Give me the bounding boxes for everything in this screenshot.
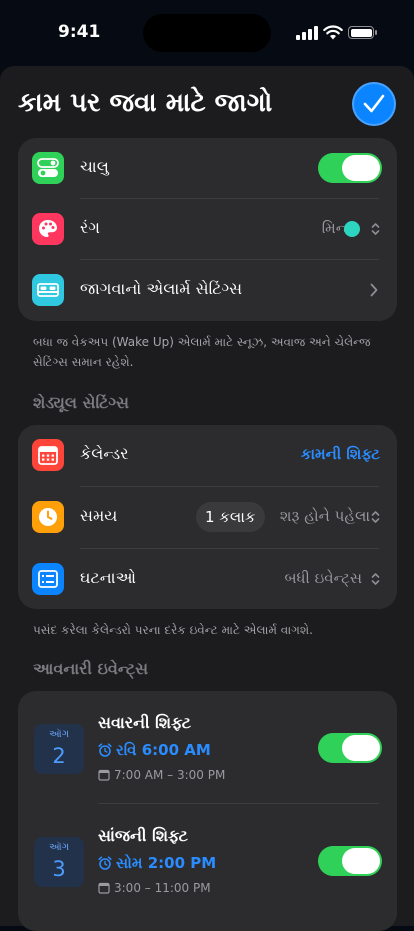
event-alarm-toggle[interactable] [318,733,382,763]
main-settings-footer: બધા જ વેકઅપ (Wake Up) એલાર્મ માટે સ્નૂઝ,… [33,335,371,369]
checkmark-icon [363,94,385,113]
event-time-range: 3:00 – 11:00 PM [98,881,211,895]
wifi-icon [323,25,343,40]
time-amount-button[interactable]: 1 કલાક [196,502,265,532]
calendar-value[interactable]: કામની શિફ્ટ [301,445,380,463]
schedule-section-title: શેડ્યૂલ સેટિંગ્સ [33,393,130,412]
dynamic-island [143,14,271,52]
done-button[interactable] [352,82,396,126]
color-swatch [344,221,360,237]
alarm-icon [98,743,112,757]
color-row[interactable]: રંગ મિન્ટ [18,199,397,259]
calendar-icon [32,439,64,471]
event-range-text: 7:00 AM – 3:00 PM [114,768,226,782]
event-day: 3 [52,857,66,881]
event-day: 2 [52,744,66,768]
upcoming-section-title: આવનારી ઇવેન્ટ્સ [33,659,149,678]
chevron-updown-icon [371,573,380,585]
page-title: કામ પર જવા માટે જાગો [18,88,273,118]
color-label: રંગ [80,218,100,237]
list-icon [32,563,64,595]
enabled-toggle[interactable] [318,153,382,183]
schedule-card: કેલેન્ડર કામની શિફ્ટ સમય 1 કલાક શરૂ હોને… [18,425,397,609]
calendar-small-icon [98,769,110,781]
event-title: સવારની શિફ્ટ [98,713,192,732]
battery-icon [348,26,377,39]
events-label: ઘટનાઓ [80,568,136,587]
date-badge: ઑગ 3 [34,837,84,887]
main-settings-card: ચાલુ રંગ મિન્ટ જાગવાનો એલાર્મ સેટિંગ્સ [18,138,397,321]
chevron-right-icon [370,283,378,297]
schedule-footer: પસંદ કરેલા કેલેન્ડરો પરના દરેક ઇવેન્ટ મા… [33,623,313,637]
enabled-label: ચાલુ [80,157,109,176]
status-time: 9:41 [58,22,101,42]
time-row: સમય 1 કલાક શરૂ હોને પહેલા [18,487,397,547]
event-alarm-time: રવિ 6:00 AM [98,741,211,759]
cellular-signal-icon [296,26,318,40]
wake-alarm-settings-label: જાગવાનો એલાર્મ સેટિંગ્સ [80,279,243,298]
upcoming-events-card: ઑગ 2 સવારની શિફ્ટ રવિ 6:00 AM 7:00 AM – … [18,691,397,931]
event-alarm-time: સોમ 2:00 PM [98,854,216,872]
event-time-range: 7:00 AM – 3:00 PM [98,768,225,782]
event-alarm-text: સોમ 2:00 PM [116,854,217,872]
palette-icon [32,213,64,245]
event-range-text: 3:00 – 11:00 PM [114,881,211,895]
events-row[interactable]: ઘટનાઓ બધી ઇવેન્ટ્સ [18,549,397,609]
time-suffix[interactable]: શરૂ હોને પહેલા [280,507,370,525]
toggle-icon [32,152,64,184]
enabled-row: ચાલુ [18,138,397,198]
list-item: ઑગ 2 સવારની શિફ્ટ રવિ 6:00 AM 7:00 AM – … [18,691,397,803]
list-item: ઑગ 3 સાંજની શિફ્ટ સોમ 2:00 PM 3:00 – 11:… [18,804,397,916]
calendar-small-icon [98,882,110,894]
clock-icon [32,501,64,533]
status-bar: 9:41 [0,0,414,64]
alarm-icon [98,856,112,870]
chevron-updown-icon [371,223,380,235]
time-label: સમય [80,506,118,525]
event-month: ઑગ [48,842,70,853]
wake-alarm-settings-row[interactable]: જાગવાનો એલાર્મ સેટિંગ્સ [18,260,397,320]
event-alarm-toggle[interactable] [318,846,382,876]
calendar-label: કેલેન્ડર [80,444,129,463]
event-title: સાંજની શિફ્ટ [98,826,188,845]
event-month: ઑગ [48,729,70,740]
date-badge: ઑગ 2 [34,724,84,774]
chevron-updown-icon[interactable] [371,509,380,525]
bed-icon [32,274,64,306]
events-value: બધી ઇવેન્ટ્સ [284,569,363,587]
event-alarm-text: રવિ 6:00 AM [116,741,211,759]
calendar-row[interactable]: કેલેન્ડર કામની શિફ્ટ [18,425,397,485]
